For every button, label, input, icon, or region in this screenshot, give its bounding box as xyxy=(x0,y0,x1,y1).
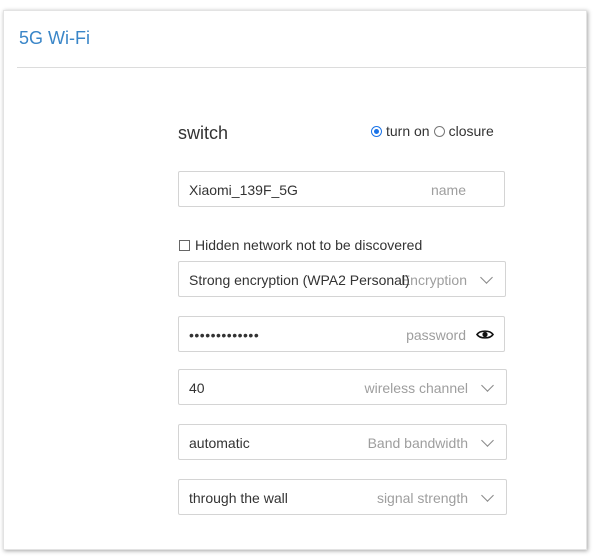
signal-strength-select[interactable]: through the wall signal strength xyxy=(178,479,507,515)
wifi-settings-panel: 5G Wi-Fi switch turn on closure Xiaomi_1… xyxy=(3,10,587,550)
turn-on-radio[interactable] xyxy=(371,125,382,137)
closure-radio[interactable] xyxy=(433,125,445,137)
chevron-down-icon[interactable] xyxy=(481,489,494,502)
name-field[interactable]: Xiaomi_139F_5G name xyxy=(178,171,505,207)
channel-select[interactable]: 40 wireless channel xyxy=(178,369,507,405)
bandwidth-select[interactable]: automatic Band bandwidth xyxy=(178,424,507,460)
password-hint: password xyxy=(406,327,466,343)
bandwidth-value: automatic xyxy=(189,435,250,451)
name-hint: name xyxy=(430,182,466,198)
channel-hint: wireless channel xyxy=(364,380,469,396)
chevron-down-icon[interactable] xyxy=(480,271,493,284)
switch-radio-group: turn on closure xyxy=(371,123,498,139)
password-field[interactable]: ••••••••••••• password xyxy=(178,316,505,352)
encryption-hint: Encryption xyxy=(400,272,467,288)
hidden-network-row[interactable]: Hidden network not to be discovered xyxy=(179,237,422,253)
hidden-network-checkbox[interactable] xyxy=(179,239,190,251)
signal-value: through the wall xyxy=(189,490,288,506)
switch-label: switch xyxy=(178,123,229,143)
title-divider xyxy=(17,67,586,68)
name-input-value[interactable]: Xiaomi_139F_5G xyxy=(189,182,298,198)
channel-value: 40 xyxy=(189,380,205,396)
eye-icon[interactable] xyxy=(476,329,494,340)
chevron-down-icon[interactable] xyxy=(481,379,494,392)
chevron-down-icon[interactable] xyxy=(481,434,494,447)
password-input-value[interactable]: ••••••••••••• xyxy=(189,327,259,343)
encryption-select[interactable]: Encryption Strong encryption (WPA2 Perso… xyxy=(178,261,506,297)
signal-hint: signal strength xyxy=(376,490,468,506)
bandwidth-hint: Band bandwidth xyxy=(367,435,468,451)
closure-label[interactable]: closure xyxy=(449,123,494,139)
page-title: 5G Wi-Fi xyxy=(19,28,90,48)
encryption-value: Strong encryption (WPA2 Personal) xyxy=(189,272,410,288)
turn-on-label[interactable]: turn on xyxy=(386,123,430,139)
hidden-network-label[interactable]: Hidden network not to be discovered xyxy=(195,237,422,253)
